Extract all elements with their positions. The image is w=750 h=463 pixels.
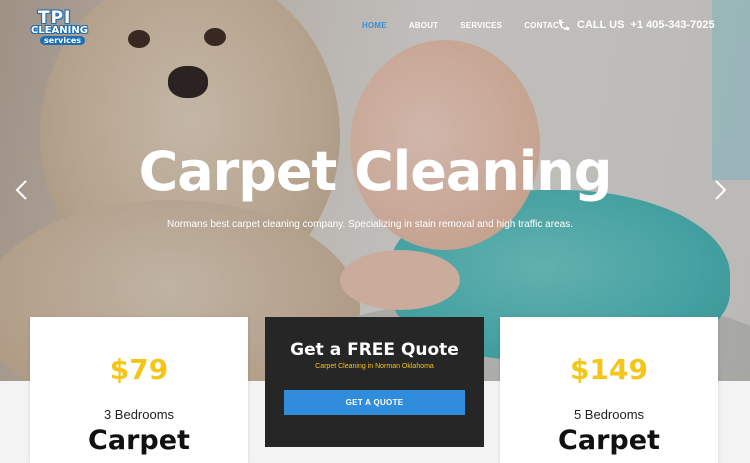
phone-label: CALL US (577, 19, 625, 31)
quote-box: Get a FREE Quote Carpet Cleaning in Norm… (265, 317, 484, 447)
price: $149 (570, 353, 648, 386)
quote-title: Get a FREE Quote (290, 340, 459, 360)
phone-icon (558, 19, 570, 31)
service-type: Carpet (558, 425, 660, 456)
pricing-card-5-bedrooms: $149 5 Bedrooms Carpet (500, 317, 718, 463)
nav-home[interactable]: HOME (362, 21, 387, 30)
site-logo[interactable]: TPI CLEANING services (30, 8, 90, 48)
hero-subtitle: Normans best carpet cleaning company. Sp… (167, 219, 573, 230)
bedroom-count: 3 Bedrooms (103, 407, 175, 422)
nav-about[interactable]: ABOUT (409, 21, 438, 30)
bedroom-count: 5 Bedrooms (573, 407, 645, 422)
pricing-card-3-bedrooms: $79 3 Bedrooms Carpet (30, 317, 248, 463)
get-quote-button[interactable]: GET A QUOTE (284, 390, 465, 415)
nav-services[interactable]: SERVICES (460, 21, 502, 30)
logo-text-middle: CLEANING (31, 25, 88, 36)
phone-number[interactable]: +1 405-343-7025 (630, 19, 714, 31)
service-type: Carpet (88, 425, 190, 456)
price: $79 (109, 353, 169, 386)
hero-title: Carpet Cleaning (138, 140, 613, 203)
main-nav: HOME ABOUT SERVICES CONTACT (362, 21, 586, 30)
quote-subtitle: Carpet Cleaning in Norman Oklahoma (315, 363, 434, 370)
logo-text-bottom: services (40, 36, 86, 45)
phone-contact[interactable]: CALL US +1 405-343-7025 (557, 18, 715, 32)
